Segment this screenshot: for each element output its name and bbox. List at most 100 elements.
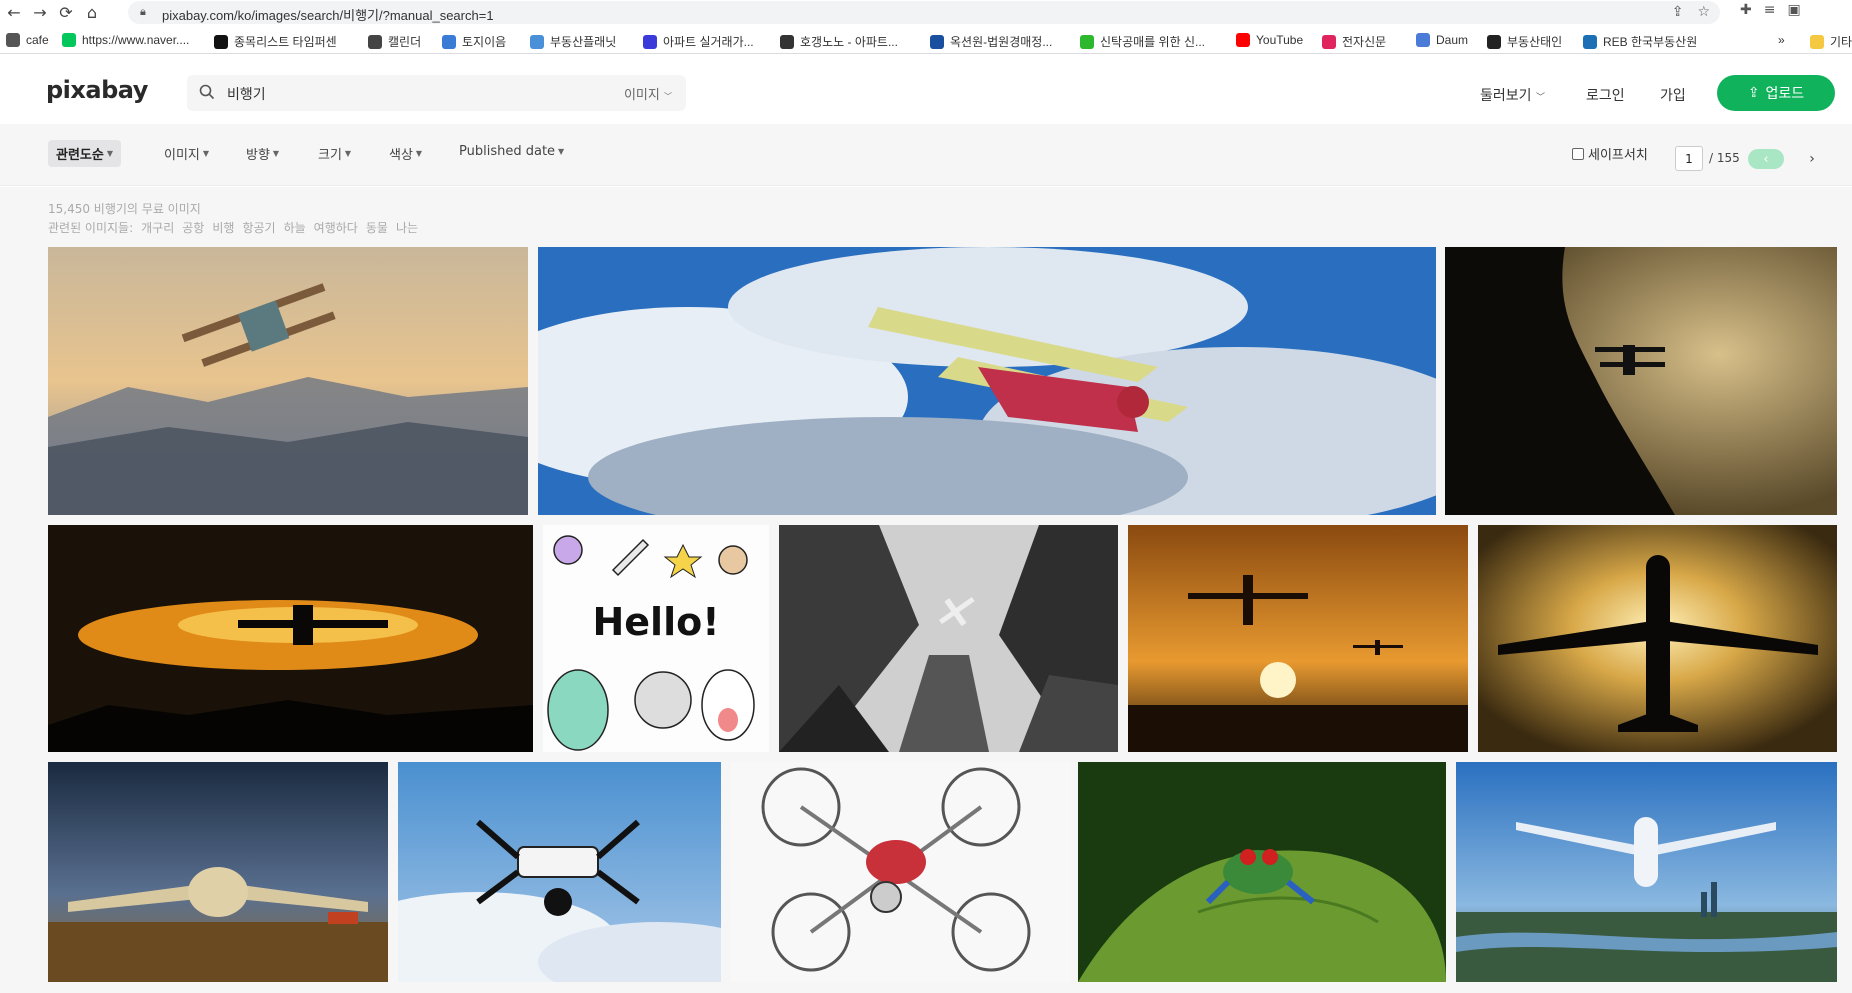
- bookmark-favicon-icon: [368, 34, 382, 49]
- bookmark-item[interactable]: YouTube: [1236, 33, 1303, 47]
- related-tag[interactable]: 개구리: [141, 219, 174, 236]
- related-tag[interactable]: 나는: [396, 219, 418, 236]
- bookmark-item[interactable]: 신탁공매를 위한 신...: [1080, 33, 1205, 50]
- image-tile-hello-doodle[interactable]: Hello!: [543, 525, 769, 752]
- image-tile-sunset-plane[interactable]: [48, 525, 533, 752]
- next-page-button[interactable]: ›: [1802, 149, 1822, 169]
- image-tile-jet-city[interactable]: [1456, 762, 1837, 982]
- bookmark-item[interactable]: REB 한국부동산원: [1583, 33, 1697, 50]
- red-biplane-clouds-image: [538, 247, 1436, 515]
- related-tag[interactable]: 하늘: [284, 219, 306, 236]
- address-bar[interactable]: 🔒︎ pixabay.com/ko/images/search/비행기/?man…: [128, 1, 1720, 24]
- related-tag[interactable]: 여행하다: [314, 219, 358, 236]
- image-tile-drone-white[interactable]: [731, 762, 1071, 982]
- related-tag[interactable]: 비행: [212, 219, 234, 236]
- folder-label: 기타: [1830, 35, 1852, 49]
- reload-icon[interactable]: ⟳: [56, 2, 76, 22]
- chevron-right-icon: ›: [1809, 151, 1815, 167]
- bookmark-label: 부동산플래닛: [550, 35, 617, 49]
- page-number-input[interactable]: 1: [1675, 146, 1703, 171]
- type-dropdown[interactable]: 이미지 ▼: [164, 144, 209, 163]
- orientation-dropdown[interactable]: 방향 ▼: [246, 144, 279, 163]
- search-value: 비행기: [227, 87, 266, 103]
- safe-search-toggle[interactable]: 세이프서치: [1572, 144, 1648, 163]
- side-panel-icon[interactable]: ▣: [1787, 2, 1800, 18]
- sunset-plane-image: [48, 525, 533, 752]
- cargo-plane-night-image: [48, 762, 388, 982]
- bookmark-favicon-icon: [62, 33, 76, 47]
- result-count: 15,450 비행기의 무료 이미지: [48, 202, 201, 216]
- forward-icon[interactable]: →: [30, 2, 50, 22]
- silhouette-clouds-image: [1445, 247, 1837, 515]
- bookmark-item[interactable]: 아파트 실거래가...: [643, 33, 754, 50]
- bookmark-favicon-icon: [1236, 33, 1250, 47]
- extensions-icon[interactable]: ✚: [1740, 2, 1752, 18]
- image-tile-two-planes-sunset[interactable]: [1128, 525, 1468, 752]
- jet-city-image: [1456, 762, 1837, 982]
- image-tile-frog-leaf[interactable]: [1078, 762, 1446, 982]
- bookmark-favicon-icon: [6, 33, 20, 47]
- image-tile-drone-sky[interactable]: [398, 762, 721, 982]
- bookmark-item[interactable]: 부동산태인: [1487, 33, 1562, 50]
- image-tile-cargo-plane-night[interactable]: [48, 762, 388, 982]
- image-tile-skyscrapers-plane[interactable]: [779, 525, 1118, 752]
- bookmark-label: https://www.naver....: [82, 33, 190, 47]
- bookmark-item[interactable]: 토지이음: [442, 33, 506, 50]
- bookmark-label: 신탁공매를 위한 신...: [1100, 35, 1205, 49]
- reading-list-icon[interactable]: ≡: [1764, 2, 1776, 18]
- related-tag[interactable]: 동물: [366, 219, 388, 236]
- bookmark-item[interactable]: 호갱노노 - 아파트...: [780, 33, 898, 50]
- related-tag[interactable]: 공항: [182, 219, 204, 236]
- upload-button[interactable]: ⇪ 업로드: [1717, 75, 1835, 111]
- bookmark-label: 옥션원-법원경매정...: [950, 35, 1053, 49]
- svg-text:Hello!: Hello!: [592, 600, 719, 644]
- bookmark-favicon-icon: [442, 34, 456, 49]
- login-link[interactable]: 로그인: [1586, 85, 1625, 105]
- folder-icon: [1810, 34, 1824, 49]
- bookmark-label: 호갱노노 - 아파트...: [800, 35, 898, 49]
- image-tile-red-biplane-clouds[interactable]: [538, 247, 1436, 515]
- explore-menu[interactable]: 둘러보기 ﹀: [1480, 85, 1545, 105]
- bookmark-item[interactable]: cafe: [6, 33, 49, 47]
- two-planes-sunset-image: [1128, 525, 1468, 752]
- back-icon[interactable]: ←: [4, 2, 24, 22]
- bookmark-favicon-icon: [214, 34, 228, 49]
- caret-down-icon: ▼: [558, 147, 565, 156]
- home-icon[interactable]: ⌂: [82, 2, 102, 22]
- image-tile-biplane-mountains[interactable]: [48, 247, 528, 515]
- bookmark-item[interactable]: 전자신문: [1322, 33, 1386, 50]
- date-dropdown[interactable]: Published date ▼: [459, 144, 564, 159]
- color-dropdown[interactable]: 색상 ▼: [389, 144, 422, 163]
- sort-dropdown[interactable]: 관련도순 ▼: [48, 140, 121, 167]
- frog-leaf-image: [1078, 762, 1446, 982]
- image-tile-silhouette-clouds[interactable]: [1445, 247, 1837, 515]
- bookmark-label: 아파트 실거래가...: [663, 35, 754, 49]
- chevron-left-icon: ‹: [1763, 151, 1769, 167]
- bookmark-item[interactable]: https://www.naver....: [62, 33, 189, 47]
- search-type-dropdown[interactable]: 이미지 ﹀: [624, 84, 672, 103]
- safe-search-checkbox[interactable]: [1572, 147, 1584, 160]
- related-tag[interactable]: 항공기: [242, 219, 275, 236]
- bookmark-item[interactable]: 옥션원-법원경매정...: [930, 33, 1052, 50]
- bookmark-favicon-icon: [643, 34, 657, 49]
- join-link[interactable]: 가입: [1660, 85, 1686, 105]
- bookmark-item[interactable]: 종목리스트 타임퍼센: [214, 33, 337, 50]
- bookmark-label: 토지이음: [462, 35, 507, 49]
- more-bookmarks-button[interactable]: »: [1778, 33, 1785, 47]
- skyscrapers-plane-image: [779, 525, 1118, 752]
- pixabay-logo[interactable]: pixabay: [46, 76, 148, 104]
- bookmark-item[interactable]: 부동산플래닛: [530, 33, 616, 50]
- browser-toolbar: ← → ⟳ ⌂ 🔒︎ pixabay.com/ko/images/search/…: [0, 0, 1852, 25]
- bookmark-item[interactable]: Daum: [1416, 33, 1468, 47]
- url-text: pixabay.com/ko/images/search/비행기/?manual…: [162, 8, 494, 23]
- other-bookmarks-folder[interactable]: 기타: [1810, 33, 1852, 50]
- caret-down-icon: ▼: [202, 149, 210, 158]
- image-tile-jet-sunset[interactable]: [1478, 525, 1837, 752]
- size-dropdown[interactable]: 크기 ▼: [318, 144, 351, 163]
- bookmark-star-icon[interactable]: ☆: [1697, 4, 1710, 20]
- bookmark-favicon-icon: [780, 34, 794, 49]
- prev-page-button[interactable]: ‹: [1748, 149, 1784, 169]
- search-input[interactable]: 비행기 이미지 ﹀: [187, 75, 686, 111]
- bookmark-item[interactable]: 캘린더: [368, 33, 421, 50]
- share-icon[interactable]: ⇪: [1672, 4, 1684, 20]
